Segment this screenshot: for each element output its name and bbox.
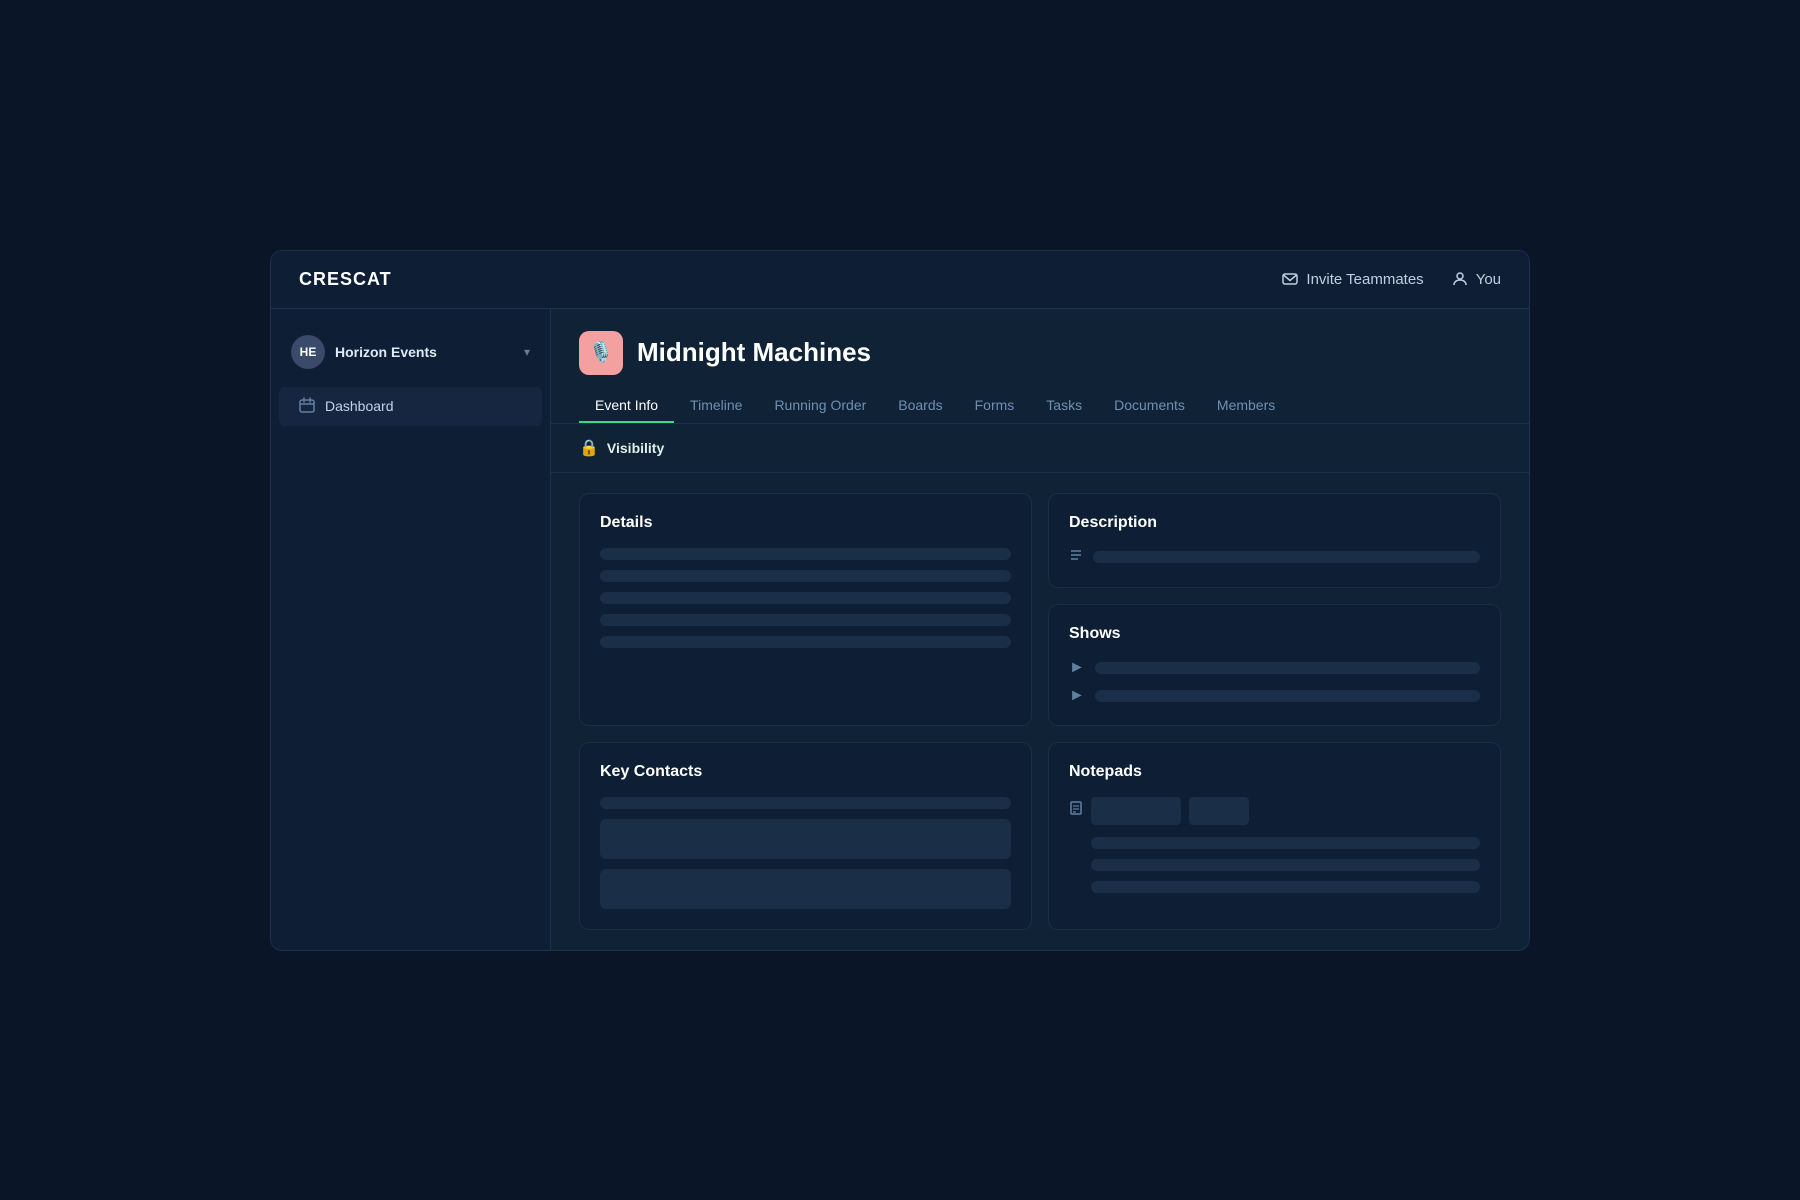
details-title: Details [600, 514, 1011, 532]
notepads-title: Notepads [1069, 763, 1480, 781]
show-row: ► [1069, 659, 1480, 677]
dashboard-label: Dashboard [325, 398, 394, 414]
tab-members[interactable]: Members [1201, 389, 1291, 423]
user-icon [1452, 271, 1468, 287]
skeleton-row [1095, 690, 1480, 702]
skeleton-row [600, 570, 1011, 582]
header-actions: Invite Teammates You [1282, 271, 1501, 288]
tab-boards[interactable]: Boards [882, 389, 958, 423]
invite-teammates-label: Invite Teammates [1306, 271, 1423, 288]
tab-timeline[interactable]: Timeline [674, 389, 758, 423]
skeleton-row [1093, 551, 1480, 563]
skeleton-row [600, 636, 1011, 648]
header: CRESCAT Invite Teammates You [271, 251, 1529, 309]
skeleton-row [600, 869, 1011, 909]
skeleton-row [1091, 881, 1480, 893]
key-contacts-title: Key Contacts [600, 763, 1011, 781]
play-icon: ► [1069, 687, 1085, 705]
event-title: Midnight Machines [637, 337, 871, 368]
org-avatar: HE [291, 335, 325, 369]
skeleton-row [600, 592, 1011, 604]
visibility-bar: 🔒 Visibility [551, 424, 1529, 473]
skeleton-row [600, 819, 1011, 859]
skeleton-row [1095, 662, 1480, 674]
tab-event-info[interactable]: Event Info [579, 389, 674, 423]
list-icon [1069, 548, 1083, 567]
lock-icon: 🔒 [579, 438, 599, 458]
org-name: Horizon Events [335, 344, 514, 360]
notepad-tabs [1091, 797, 1480, 825]
event-icon: 🎙️ [579, 331, 623, 375]
shows-title: Shows [1069, 625, 1480, 643]
skeleton-row [600, 548, 1011, 560]
event-header: 🎙️ Midnight Machines [551, 309, 1529, 375]
notepad-icon [1069, 801, 1083, 820]
visibility-label: Visibility [607, 440, 664, 456]
notepad-tab-inactive[interactable] [1189, 797, 1249, 825]
app-container: CRESCAT Invite Teammates You [270, 250, 1530, 951]
notepads-card: Notepads [1048, 742, 1501, 930]
main-content: 🎙️ Midnight Machines Event Info Timeline… [551, 309, 1529, 950]
sidebar-item-dashboard[interactable]: Dashboard [279, 387, 542, 426]
description-card: Description [1048, 493, 1501, 588]
show-row: ► [1069, 687, 1480, 705]
chevron-down-icon: ▾ [524, 345, 530, 359]
description-title: Description [1069, 514, 1480, 532]
skeleton-row [600, 797, 1011, 809]
tab-running-order[interactable]: Running Order [758, 389, 882, 423]
cards-grid: Details Description Shows ► ► Key Contac… [551, 473, 1529, 950]
tab-forms[interactable]: Forms [959, 389, 1031, 423]
skeleton-row [1091, 859, 1480, 871]
notepad-content-row [1069, 797, 1480, 893]
play-icon: ► [1069, 659, 1085, 677]
invite-teammates-button[interactable]: Invite Teammates [1282, 271, 1423, 288]
skeleton-row [600, 614, 1011, 626]
org-selector[interactable]: HE Horizon Events ▾ [271, 325, 550, 379]
tabs-bar: Event Info Timeline Running Order Boards… [551, 375, 1529, 424]
shows-card: Shows ► ► [1048, 604, 1501, 726]
key-contacts-card: Key Contacts [579, 742, 1032, 930]
sidebar: HE Horizon Events ▾ Dashboard [271, 309, 551, 950]
calendar-icon [299, 397, 315, 416]
tab-tasks[interactable]: Tasks [1030, 389, 1098, 423]
description-row [1069, 548, 1480, 567]
body-layout: HE Horizon Events ▾ Dashboard [271, 309, 1529, 950]
user-label: You [1476, 271, 1501, 288]
logo: CRESCAT [299, 269, 392, 290]
user-button[interactable]: You [1452, 271, 1501, 288]
right-column: Description Shows ► ► [1048, 493, 1501, 726]
tab-documents[interactable]: Documents [1098, 389, 1201, 423]
notepad-tab-active[interactable] [1091, 797, 1181, 825]
envelope-icon [1282, 271, 1298, 287]
notepad-tabs-area [1091, 797, 1480, 893]
skeleton-row [1091, 837, 1480, 849]
details-card: Details [579, 493, 1032, 726]
